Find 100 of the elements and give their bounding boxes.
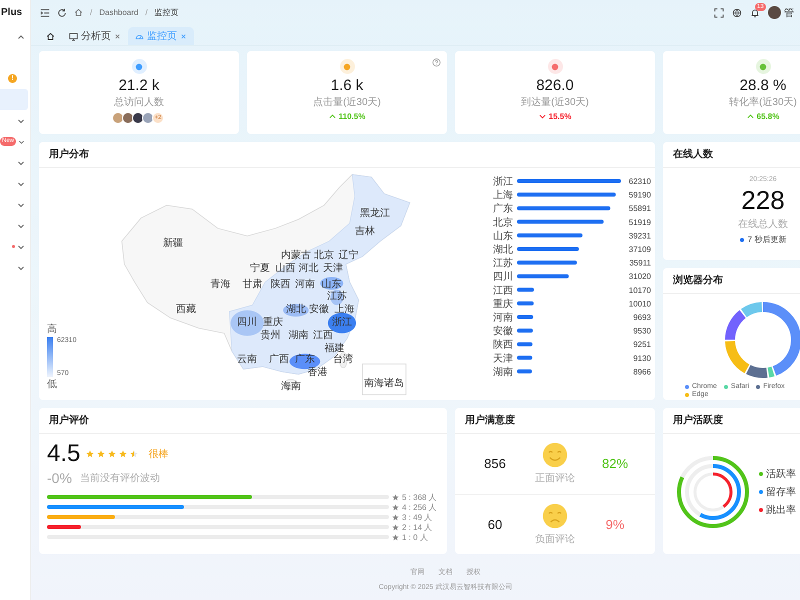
province-label: 江西: [312, 330, 333, 341]
province-label: 宁夏: [250, 264, 270, 274]
ranking-value: 51919: [628, 218, 651, 227]
province-label: 新疆: [163, 238, 183, 249]
review-label: 负面评论: [535, 532, 575, 546]
trend-value: 15.5%: [548, 112, 572, 121]
card-title: 用户满意度: [455, 408, 655, 434]
monitor-icon: [69, 32, 78, 40]
ranking-value: 10010: [628, 299, 651, 308]
rating-tag: 很棒: [148, 447, 168, 461]
chevron-icon: [17, 32, 25, 40]
legend-label: 活跃率: [766, 468, 796, 481]
rating-count: 2 : 14 人: [402, 522, 432, 532]
trend-value: 110.5%: [338, 112, 366, 121]
menu-icon[interactable]: [40, 8, 50, 18]
chevron-icon: [17, 264, 25, 272]
trend-value: 65.8%: [756, 112, 780, 121]
ranking-bar: [517, 274, 569, 278]
province-name: 江苏: [493, 258, 513, 270]
star-icon: [86, 450, 94, 458]
province-name: 上海: [493, 190, 513, 202]
ranking-value: 9693: [633, 313, 651, 322]
fullscreen-icon[interactable]: [714, 8, 724, 18]
legend-label: 留存率: [766, 486, 796, 499]
card-title: 用户活跃度: [663, 408, 800, 434]
ranking-value: 9251: [633, 340, 651, 350]
province-label: 广东: [294, 355, 315, 366]
rating-count: 3 : 49 人: [402, 512, 432, 522]
province-label: 广西: [269, 355, 290, 366]
star-icon: [392, 534, 399, 540]
stat-label: 转化率(近30天): [729, 97, 797, 109]
ranking-value: 9530: [633, 326, 651, 336]
ranking-bar: [517, 369, 532, 374]
province-label: 湖南: [288, 330, 308, 341]
ranking-value: 59190: [628, 190, 651, 200]
province-label: 西藏: [176, 305, 196, 316]
rating-change: -0%: [47, 470, 72, 486]
rating-score: 4.5: [47, 440, 80, 468]
province-label: 甘肃: [242, 280, 262, 290]
tab[interactable]: 分析页: [62, 27, 128, 45]
chevron-icon: [17, 200, 25, 208]
user-name[interactable]: 管: [784, 6, 794, 20]
province-name: 陕西: [493, 340, 513, 351]
avatar[interactable]: [768, 6, 781, 19]
province-label: 青海: [210, 280, 230, 290]
breadcrumb-link[interactable]: Dashboard: [99, 8, 138, 17]
status-dot: [740, 238, 744, 242]
province-label: 浙江: [332, 318, 352, 328]
province-label: 江苏: [326, 292, 347, 302]
province-label: 贵州: [260, 330, 280, 341]
refresh-icon[interactable]: [57, 8, 67, 18]
online-count: 228: [741, 186, 785, 214]
tab-label: 监控页: [147, 30, 177, 43]
avatar: [132, 112, 144, 124]
avatar: [112, 112, 124, 124]
province-name: 湖南: [493, 366, 513, 378]
globe-icon[interactable]: [732, 8, 742, 18]
ranking-bar: [517, 315, 534, 319]
ranking-bar: [517, 260, 577, 265]
online-label: 在线总人数: [738, 218, 788, 231]
province-label: 黑龙江: [360, 209, 390, 220]
stat-label: 点击量(近30天): [313, 97, 381, 109]
bell-icon[interactable]: [750, 8, 760, 18]
province-label: 河南: [294, 280, 315, 290]
chevron-icon: [17, 180, 25, 188]
close-icon[interactable]: [114, 32, 121, 40]
home-icon[interactable]: [74, 8, 83, 17]
card-title: 用户评价: [39, 408, 447, 434]
stat-value: 21.2 k: [118, 77, 160, 94]
review-count: 60: [486, 516, 504, 532]
close-icon[interactable]: [180, 32, 187, 40]
ranking-bar: [517, 247, 579, 251]
province-label: 天津: [323, 264, 343, 274]
breadcrumb-link[interactable]: 监控页: [154, 7, 179, 18]
tab-label: 分析页: [81, 30, 111, 43]
chevron-icon: [17, 116, 25, 124]
province-label: 云南: [237, 355, 258, 366]
home-icon: [46, 32, 55, 40]
chevron-icon: [17, 222, 25, 230]
help-icon[interactable]: [432, 58, 441, 67]
ranking-bar: [517, 301, 534, 306]
ranking-value: 10170: [628, 286, 651, 295]
gradient-bar: [47, 337, 53, 377]
tab[interactable]: 监控页: [128, 27, 194, 45]
province-name: 山东: [493, 230, 513, 242]
rating-note: 当前没有评价波动: [80, 472, 160, 485]
stat-value: 826.0: [536, 77, 574, 94]
activity-rings-chart: [677, 456, 749, 528]
ranking-bar: [517, 342, 532, 346]
chevron-icon: [17, 158, 25, 166]
province-label: 四川: [237, 318, 258, 328]
ranking-value: 62310: [628, 177, 651, 186]
province-label: 安徽: [308, 305, 329, 316]
legend-high-label: 高: [47, 324, 58, 335]
province-label: 湖北: [286, 305, 306, 316]
ranking-value: 55891: [628, 204, 651, 214]
review-label: 正面评论: [535, 472, 575, 486]
star-icon: [392, 494, 399, 500]
ranking-value: 39231: [628, 231, 651, 240]
ranking-bar: [517, 356, 532, 360]
